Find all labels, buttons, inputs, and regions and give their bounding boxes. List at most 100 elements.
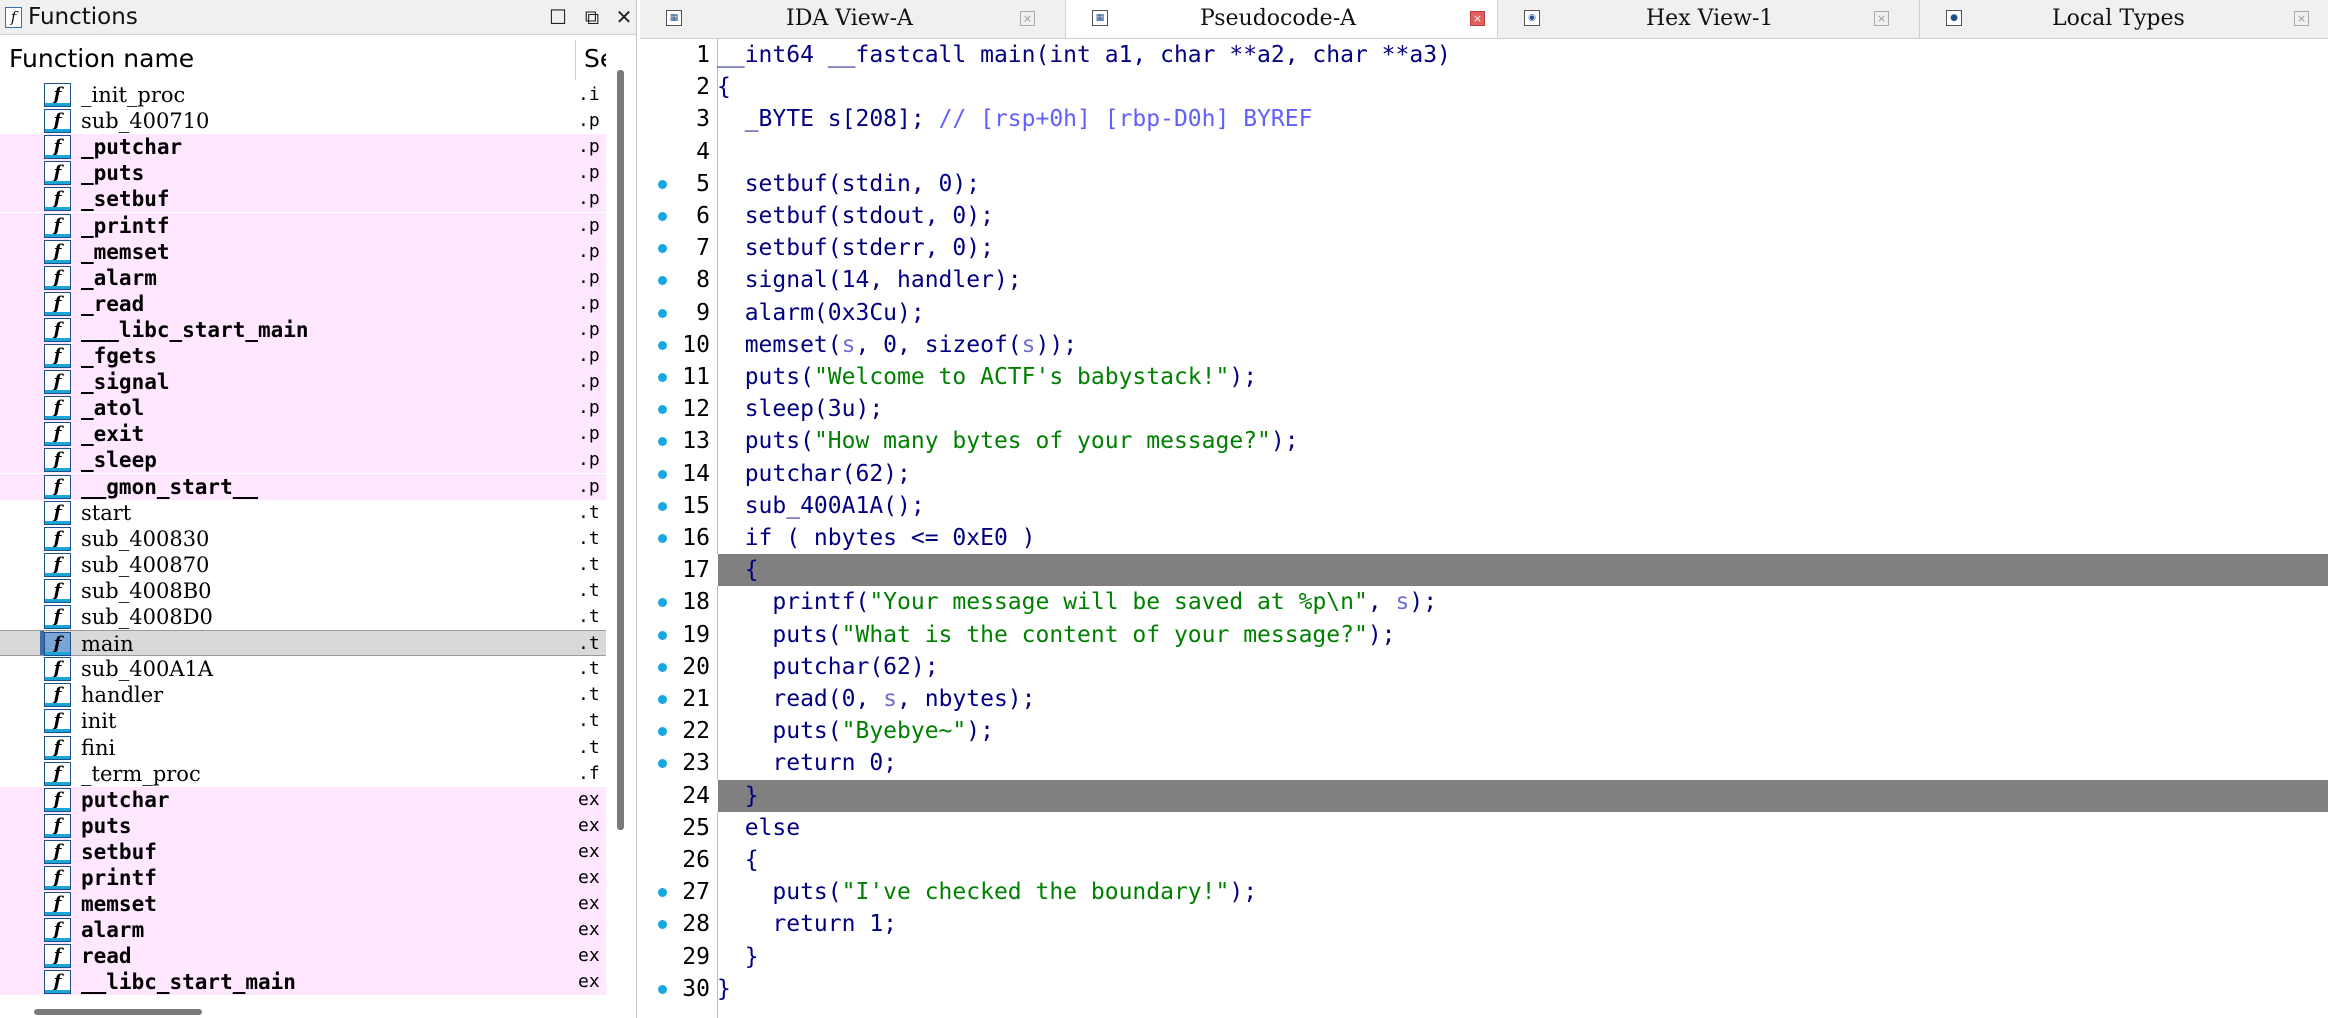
function-row[interactable]: f _signal .p bbox=[0, 369, 606, 396]
function-row[interactable]: f sub_400710 .p bbox=[0, 108, 606, 134]
line-gutter[interactable]: 27 bbox=[640, 876, 718, 908]
function-row[interactable]: f read ex bbox=[0, 943, 606, 970]
line-gutter[interactable]: 14 bbox=[640, 458, 718, 490]
function-row[interactable]: f _atol .p bbox=[0, 395, 606, 422]
function-row[interactable]: f _printf .p bbox=[0, 212, 606, 239]
line-gutter[interactable]: 23 bbox=[640, 747, 718, 779]
line-gutter[interactable]: 30 bbox=[640, 973, 718, 1005]
breakpoint-dot-icon[interactable] bbox=[658, 212, 667, 221]
tab-close-icon[interactable]: × bbox=[1874, 11, 1889, 26]
code-line[interactable]: 3 _BYTE s[208]; // [rsp+0h] [rbp-D0h] BY… bbox=[640, 103, 2328, 135]
line-gutter[interactable]: 17 bbox=[640, 554, 718, 587]
function-row[interactable]: f fini .t bbox=[0, 735, 606, 761]
code-line[interactable]: 11 puts("Welcome to ACTF's babystack!"); bbox=[640, 361, 2328, 393]
breakpoint-dot-icon[interactable] bbox=[658, 179, 667, 189]
code-line[interactable]: 25 else bbox=[640, 812, 2328, 844]
code-line[interactable]: 18 printf("Your message will be saved at… bbox=[640, 586, 2328, 618]
line-gutter[interactable]: 29 bbox=[640, 941, 718, 973]
line-gutter[interactable]: 24 bbox=[640, 779, 718, 812]
pseudocode-editor[interactable]: 1 __int64 __fastcall main(int a1, char **… bbox=[640, 39, 2328, 1018]
functions-titlebar[interactable]: f Functions ☐ ⧉ ✕ bbox=[0, 0, 636, 35]
function-row[interactable]: f ___libc_start_main .p bbox=[0, 316, 606, 343]
line-gutter[interactable]: 10 bbox=[640, 329, 718, 361]
breakpoint-dot-icon[interactable] bbox=[658, 501, 667, 511]
line-gutter[interactable]: 8 bbox=[640, 264, 718, 296]
breakpoint-dot-icon[interactable] bbox=[658, 308, 667, 318]
breakpoint-dot-icon[interactable] bbox=[658, 437, 667, 447]
vertical-scrollbar[interactable] bbox=[617, 70, 624, 830]
code-line[interactable]: 8 signal(14, handler); bbox=[640, 264, 2328, 296]
tab-pseudocode-a[interactable]: ▦ Pseudocode-A × bbox=[1066, 0, 1498, 38]
line-gutter[interactable]: 5 bbox=[640, 168, 718, 200]
line-gutter[interactable]: 1 bbox=[640, 39, 718, 71]
function-row[interactable]: f sub_400830 .t bbox=[0, 526, 606, 552]
function-row[interactable]: f __gmon_start__ .p bbox=[0, 473, 606, 500]
breakpoint-dot-icon[interactable] bbox=[658, 920, 667, 930]
function-row[interactable]: f main .t bbox=[0, 630, 606, 657]
function-row[interactable]: f alarm ex bbox=[0, 917, 606, 944]
line-gutter[interactable]: 19 bbox=[640, 619, 718, 651]
function-row[interactable]: f _sleep .p bbox=[0, 447, 606, 474]
code-line[interactable]: 30} bbox=[640, 973, 2328, 1005]
line-gutter[interactable]: 18 bbox=[640, 586, 718, 618]
function-row[interactable]: f __libc_start_main ex bbox=[0, 969, 606, 996]
breakpoint-dot-icon[interactable] bbox=[658, 469, 667, 479]
close-icon[interactable]: ✕ bbox=[612, 5, 636, 29]
code-line[interactable]: 12 sleep(3u); bbox=[640, 393, 2328, 425]
tab-hex-view-1[interactable]: ◉ Hex View-1 × bbox=[1498, 0, 1920, 38]
line-gutter[interactable]: 13 bbox=[640, 425, 718, 457]
function-row[interactable]: f memset ex bbox=[0, 891, 606, 918]
tab-close-icon[interactable]: × bbox=[1020, 11, 1035, 26]
maximize-icon[interactable]: ☐ bbox=[546, 5, 570, 29]
breakpoint-dot-icon[interactable] bbox=[658, 534, 667, 543]
function-row[interactable]: f _alarm .p bbox=[0, 264, 606, 291]
function-row[interactable]: f _memset .p bbox=[0, 238, 606, 265]
code-line[interactable]: 13 puts("How many bytes of your message?… bbox=[640, 425, 2328, 457]
breakpoint-dot-icon[interactable] bbox=[658, 276, 667, 286]
breakpoint-dot-icon[interactable] bbox=[658, 598, 667, 608]
line-gutter[interactable]: 12 bbox=[640, 393, 718, 425]
code-line[interactable]: 21 read(0, s, nbytes); bbox=[640, 683, 2328, 715]
breakpoint-dot-icon[interactable] bbox=[658, 373, 667, 382]
code-line[interactable]: 23 return 0; bbox=[640, 747, 2328, 779]
column-segment[interactable]: Se bbox=[584, 44, 606, 73]
tab-local-types[interactable]: ● Local Types × bbox=[1920, 0, 2328, 38]
code-line[interactable]: 1 __int64 __fastcall main(int a1, char **… bbox=[640, 39, 2328, 71]
restore-icon[interactable]: ⧉ bbox=[580, 5, 604, 29]
tab-ida-view-a[interactable]: ▦ IDA View-A × bbox=[640, 0, 1066, 38]
code-line[interactable]: 5 setbuf(stdin, 0); bbox=[640, 168, 2328, 200]
line-gutter[interactable]: 11 bbox=[640, 361, 718, 393]
line-gutter[interactable]: 2 bbox=[640, 71, 718, 103]
function-row[interactable]: f handler .t bbox=[0, 682, 606, 708]
breakpoint-dot-icon[interactable] bbox=[658, 405, 667, 415]
column-function-name[interactable]: Function name bbox=[9, 44, 194, 73]
function-row[interactable]: f _exit .p bbox=[0, 421, 606, 448]
line-gutter[interactable]: 26 bbox=[640, 844, 718, 876]
function-row[interactable]: f sub_4008D0 .t bbox=[0, 604, 606, 630]
breakpoint-dot-icon[interactable] bbox=[658, 630, 667, 640]
column-divider[interactable] bbox=[575, 40, 576, 80]
function-row[interactable]: f _putchar .p bbox=[0, 134, 606, 161]
code-line[interactable]: 28 return 1; bbox=[640, 908, 2328, 940]
function-row[interactable]: f _init_proc .i bbox=[0, 82, 606, 108]
function-row[interactable]: f sub_4008B0 .t bbox=[0, 578, 606, 604]
code-line[interactable]: 10 memset(s, 0, sizeof(s)); bbox=[640, 329, 2328, 361]
code-line[interactable]: 2{ bbox=[640, 71, 2328, 103]
function-row[interactable]: f sub_400A1A .t bbox=[0, 656, 606, 682]
code-line[interactable]: 6 setbuf(stdout, 0); bbox=[640, 200, 2328, 232]
code-line[interactable]: 22 puts("Byebye~"); bbox=[640, 715, 2328, 747]
breakpoint-dot-icon[interactable] bbox=[658, 888, 667, 898]
function-row[interactable]: f _setbuf .p bbox=[0, 186, 606, 213]
code-line[interactable]: 29 } bbox=[640, 941, 2328, 973]
function-row[interactable]: f init .t bbox=[0, 708, 606, 734]
code-line[interactable]: 26 { bbox=[640, 844, 2328, 876]
line-gutter[interactable]: 21 bbox=[640, 683, 718, 715]
line-gutter[interactable]: 15 bbox=[640, 490, 718, 522]
line-gutter[interactable]: 3 bbox=[640, 103, 718, 135]
function-row[interactable]: f printf ex bbox=[0, 865, 606, 891]
function-row[interactable]: f putchar ex bbox=[0, 786, 606, 813]
horizontal-scrollbar[interactable] bbox=[34, 1009, 202, 1015]
tab-close-icon[interactable]: × bbox=[2294, 11, 2309, 26]
line-gutter[interactable]: 28 bbox=[640, 908, 718, 940]
code-line[interactable]: 4 bbox=[640, 136, 2328, 168]
